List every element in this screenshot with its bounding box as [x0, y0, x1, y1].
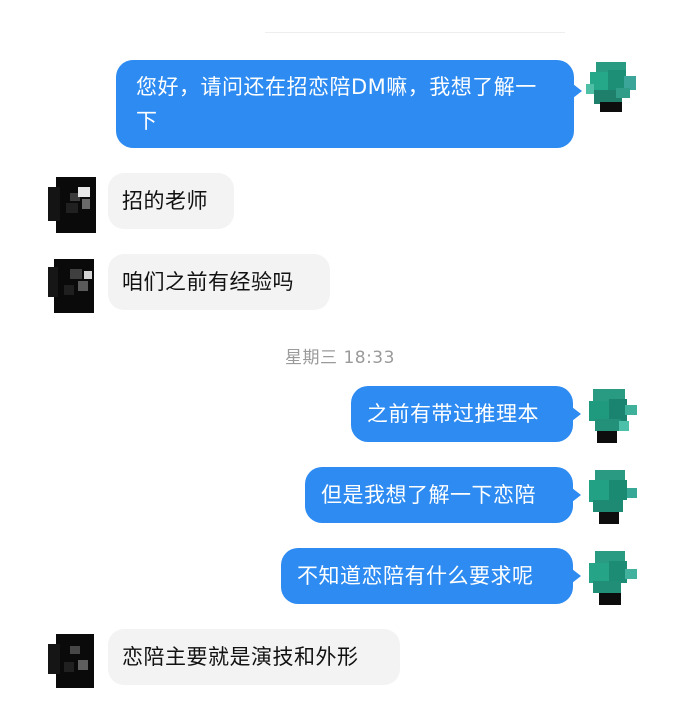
message-text: 不知道恋陪有什么要求呢 [297, 564, 534, 588]
message-text: 您好，请问还在招恋陪DM嘛，我想了解一下 [136, 75, 537, 133]
incoming-message-bubble[interactable]: 咱们之前有经验吗 [108, 254, 330, 310]
outgoing-message-bubble[interactable]: 您好，请问还在招恋陪DM嘛，我想了解一下 [116, 60, 574, 148]
bubble-tail [572, 407, 581, 421]
incoming-message-bubble[interactable]: 招的老师 [108, 173, 234, 229]
my-avatar-icon[interactable] [587, 389, 637, 443]
other-avatar-icon[interactable] [48, 177, 98, 233]
bubble-tail [573, 84, 582, 98]
other-avatar-icon[interactable] [48, 259, 98, 313]
my-avatar-icon[interactable] [587, 470, 637, 524]
bubble-tail [572, 488, 581, 502]
my-avatar-icon[interactable] [586, 62, 636, 112]
top-divider [265, 32, 565, 33]
message-text: 咱们之前有经验吗 [122, 270, 294, 294]
message-text: 招的老师 [122, 189, 208, 213]
message-text: 之前有带过推理本 [367, 402, 539, 426]
message-text: 恋陪主要就是演技和外形 [122, 645, 359, 669]
bubble-tail [572, 569, 581, 583]
message-text: 但是我想了解一下恋陪 [321, 483, 536, 507]
other-avatar-icon[interactable] [48, 634, 98, 688]
incoming-message-bubble[interactable]: 恋陪主要就是演技和外形 [108, 629, 400, 685]
message-timestamp: 星期三 18:33 [285, 348, 395, 368]
my-avatar-icon[interactable] [587, 551, 637, 605]
outgoing-message-bubble[interactable]: 但是我想了解一下恋陪 [305, 467, 573, 523]
outgoing-message-bubble[interactable]: 之前有带过推理本 [351, 386, 573, 442]
outgoing-message-bubble[interactable]: 不知道恋陪有什么要求呢 [281, 548, 573, 604]
